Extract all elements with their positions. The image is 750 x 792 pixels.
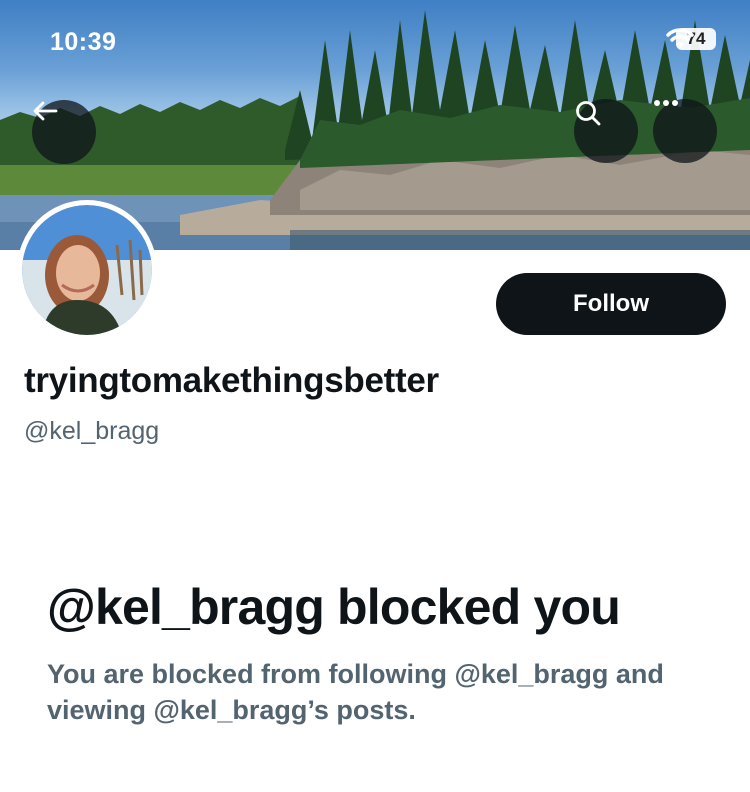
- profile-display-name: tryingtomakethingsbetter: [24, 361, 439, 400]
- avatar-photo: [22, 205, 152, 335]
- status-indicators: 74: [666, 28, 716, 50]
- status-time: 10:39: [50, 28, 117, 56]
- blocked-title: @kel_bragg blocked you: [47, 579, 621, 635]
- search-button[interactable]: [574, 99, 638, 163]
- follow-button[interactable]: Follow: [496, 273, 726, 335]
- back-button[interactable]: [32, 100, 96, 164]
- blocked-description: You are blocked from following @kel_brag…: [47, 659, 664, 725]
- profile-avatar[interactable]: [17, 200, 157, 340]
- more-options-button[interactable]: [653, 99, 717, 163]
- profile-handle: @kel_bragg: [24, 417, 160, 445]
